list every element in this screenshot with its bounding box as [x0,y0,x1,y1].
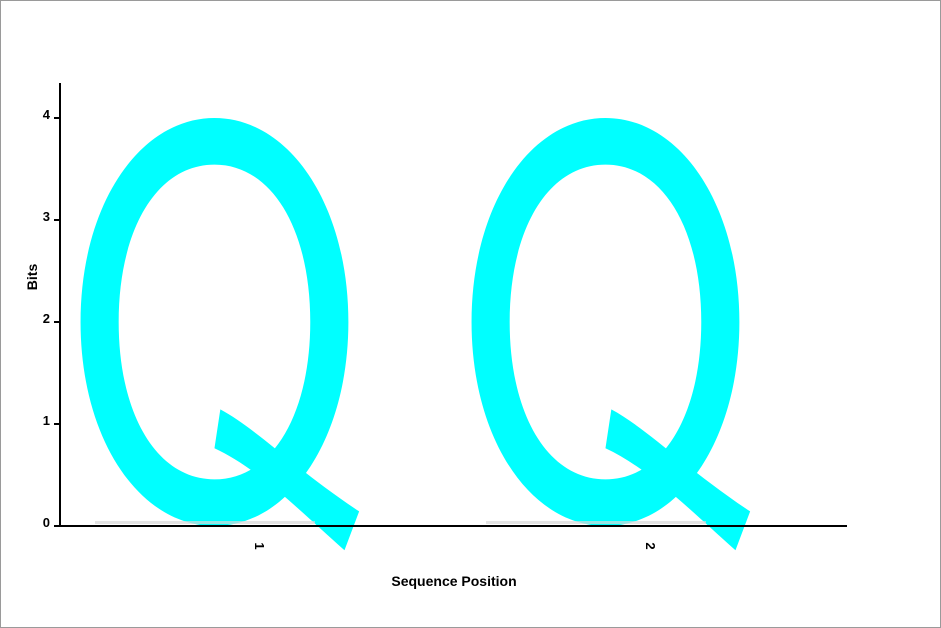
letter-stacks [80,118,751,551]
y-ticks: 0 1 2 3 4 [43,107,60,530]
y-tick-label: 1 [43,413,50,428]
letter-q-ring [80,118,349,526]
y-tick-label: 3 [43,209,50,224]
y-tick-label: 2 [43,311,50,326]
position-label: 2 [643,542,658,549]
y-tick-label: 4 [43,107,51,122]
y-tick-label: 0 [43,515,50,530]
baseline-shadow [486,521,706,524]
y-axis-title: Bits [24,264,40,291]
position-labels: 12 [252,542,658,549]
sequence-logo-chart: 01234 12 Sequence Position Bits [24,83,847,589]
logo-letter-q [80,118,360,551]
logo-letter-q [471,118,751,551]
x-axis-title: Sequence Position [391,573,516,589]
chart-frame: 01234 12 Sequence Position Bits [0,0,941,628]
letter-q-ring [471,118,740,526]
baseline-shadow [95,521,315,524]
position-label: 1 [252,542,267,549]
